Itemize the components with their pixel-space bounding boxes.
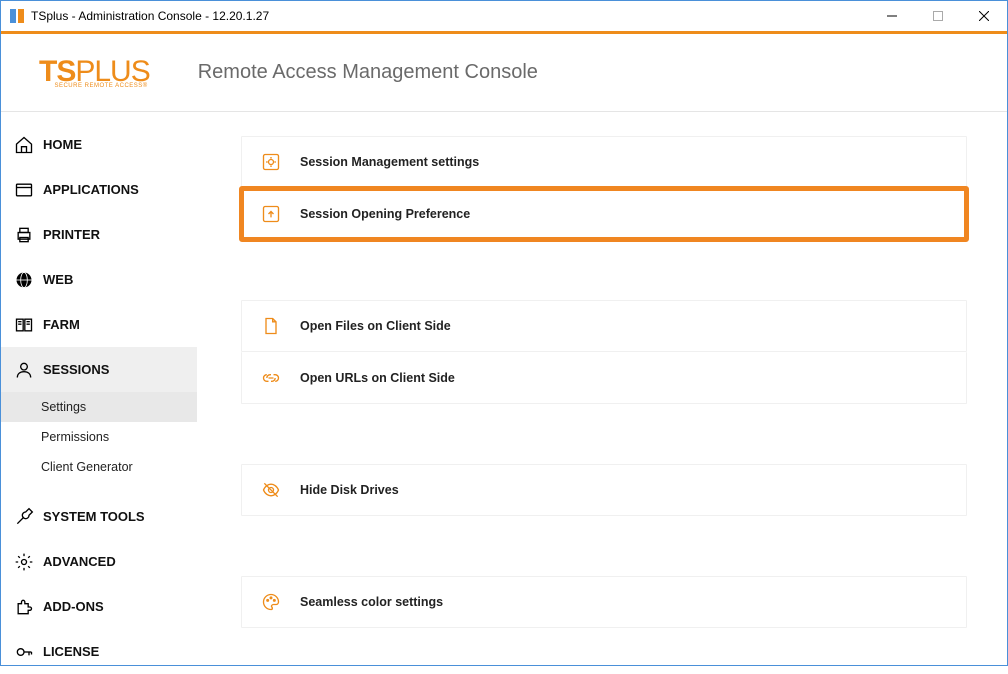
card-label: Seamless color settings bbox=[300, 595, 443, 609]
puzzle-icon bbox=[13, 596, 35, 618]
sidebar-item-license[interactable]: LICENSE bbox=[1, 629, 197, 674]
maximize-button bbox=[915, 1, 961, 31]
card-session-management-settings[interactable]: Session Management settings bbox=[241, 136, 967, 188]
logo: TSPLUS SECURE REMOTE ACCESS® bbox=[39, 57, 150, 89]
sidebar-item-farm[interactable]: FARM bbox=[1, 302, 197, 347]
file-icon bbox=[260, 315, 282, 337]
app-header: TSPLUS SECURE REMOTE ACCESS® Remote Acce… bbox=[1, 34, 1007, 112]
sidebar-item-label: PRINTER bbox=[43, 227, 100, 242]
minimize-button[interactable] bbox=[869, 1, 915, 31]
person-icon bbox=[13, 359, 35, 381]
card-seamless-color-settings[interactable]: Seamless color settings bbox=[241, 576, 967, 628]
card-label: Session Opening Preference bbox=[300, 207, 470, 221]
sidebar-item-advanced[interactable]: ADVANCED bbox=[1, 539, 197, 584]
logo-tagline: SECURE REMOTE ACCESS® bbox=[39, 83, 150, 89]
sidebar-item-web[interactable]: WEB bbox=[1, 257, 197, 302]
sidebar-sub-client-generator[interactable]: Client Generator bbox=[1, 452, 197, 482]
printer-icon bbox=[13, 224, 35, 246]
sidebar: HOME APPLICATIONS PRINTER WEB FARM SESSI… bbox=[1, 112, 197, 665]
window-titlebar: TSplus - Administration Console - 12.20.… bbox=[1, 1, 1007, 31]
card-label: Hide Disk Drives bbox=[300, 483, 399, 497]
home-icon bbox=[13, 134, 35, 156]
sidebar-item-addons[interactable]: ADD-ONS bbox=[1, 584, 197, 629]
open-session-icon bbox=[260, 203, 282, 225]
card-open-files-client-side[interactable]: Open Files on Client Side bbox=[241, 300, 967, 352]
sidebar-sub-label: Client Generator bbox=[41, 460, 133, 474]
palette-icon bbox=[260, 591, 282, 613]
sidebar-item-system-tools[interactable]: SYSTEM TOOLS bbox=[1, 494, 197, 539]
sidebar-sub-label: Settings bbox=[41, 400, 86, 414]
content-area: Session Management settings Session Open… bbox=[197, 112, 1007, 665]
sidebar-item-label: WEB bbox=[43, 272, 73, 287]
window-controls bbox=[869, 1, 1007, 31]
sidebar-item-label: FARM bbox=[43, 317, 80, 332]
settings-icon bbox=[260, 151, 282, 173]
sidebar-item-label: SYSTEM TOOLS bbox=[43, 509, 145, 524]
close-button[interactable] bbox=[961, 1, 1007, 31]
applications-icon bbox=[13, 179, 35, 201]
app-icon bbox=[9, 8, 25, 24]
card-open-urls-client-side[interactable]: Open URLs on Client Side bbox=[241, 352, 967, 404]
sidebar-item-sessions[interactable]: SESSIONS bbox=[1, 347, 197, 392]
card-hide-disk-drives[interactable]: Hide Disk Drives bbox=[241, 464, 967, 516]
card-label: Session Management settings bbox=[300, 155, 479, 169]
farm-icon bbox=[13, 314, 35, 336]
sidebar-sub-settings[interactable]: Settings bbox=[1, 392, 197, 422]
link-icon bbox=[260, 367, 282, 389]
page-title: Remote Access Management Console bbox=[198, 61, 538, 84]
sidebar-item-printer[interactable]: PRINTER bbox=[1, 212, 197, 257]
sidebar-item-applications[interactable]: APPLICATIONS bbox=[1, 167, 197, 212]
sidebar-item-label: ADVANCED bbox=[43, 554, 116, 569]
card-label: Open URLs on Client Side bbox=[300, 371, 455, 385]
sidebar-sub-label: Permissions bbox=[41, 430, 109, 444]
eye-off-icon bbox=[260, 479, 282, 501]
sidebar-item-label: LICENSE bbox=[43, 644, 99, 659]
sidebar-sub-permissions[interactable]: Permissions bbox=[1, 422, 197, 452]
card-session-opening-preference[interactable]: Session Opening Preference bbox=[241, 188, 967, 240]
sidebar-item-label: HOME bbox=[43, 137, 82, 152]
sidebar-item-label: ADD-ONS bbox=[43, 599, 104, 614]
gear-icon bbox=[13, 551, 35, 573]
wrench-icon bbox=[13, 506, 35, 528]
window-title: TSplus - Administration Console - 12.20.… bbox=[31, 9, 869, 23]
key-icon bbox=[13, 641, 35, 663]
sidebar-item-label: APPLICATIONS bbox=[43, 182, 139, 197]
sidebar-item-home[interactable]: HOME bbox=[1, 122, 197, 167]
card-label: Open Files on Client Side bbox=[300, 319, 451, 333]
sidebar-item-label: SESSIONS bbox=[43, 362, 109, 377]
globe-icon bbox=[13, 269, 35, 291]
